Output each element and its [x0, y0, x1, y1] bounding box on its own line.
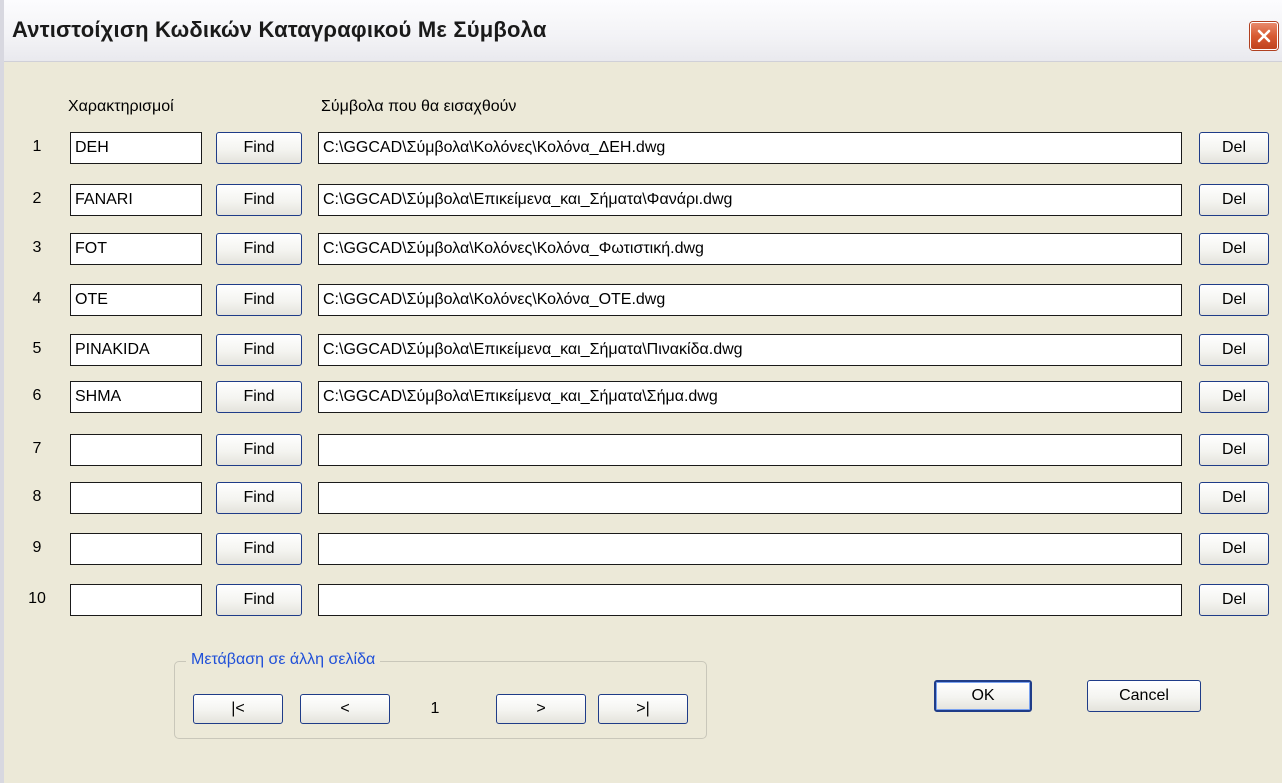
code-field[interactable]: PINAKIDA — [70, 334, 202, 366]
code-field[interactable]: FANARI — [70, 184, 202, 216]
row-number: 7 — [32, 440, 42, 457]
first-page-button[interactable]: |< — [193, 694, 283, 724]
symbol-path-field[interactable] — [318, 533, 1182, 565]
current-page-number: 1 — [430, 700, 440, 717]
del-button[interactable]: Del — [1199, 284, 1269, 316]
row-number: 8 — [32, 488, 42, 505]
row-number: 9 — [32, 539, 42, 556]
symbol-path-field[interactable]: C:\GGCAD\Σύμβολα\Κολόνες\Κολόνα_Φωτιστικ… — [318, 233, 1182, 265]
dialog-window: Αντιστοίχιση Κωδικών Καταγραφικού Με Σύμ… — [0, 0, 1282, 783]
row-number: 3 — [32, 239, 42, 256]
ok-button[interactable]: OK — [934, 680, 1032, 712]
del-button[interactable]: Del — [1199, 434, 1269, 466]
del-button[interactable]: Del — [1199, 381, 1269, 413]
code-field[interactable] — [70, 584, 202, 616]
symbol-path-field[interactable] — [318, 434, 1182, 466]
symbol-path-field[interactable]: C:\GGCAD\Σύμβολα\Επικείμενα_και_Σήματα\Φ… — [318, 184, 1182, 216]
symbols-header: Σύμβολα που θα εισαχθούν — [321, 98, 517, 115]
code-field[interactable]: OTE — [70, 284, 202, 316]
del-button[interactable]: Del — [1199, 233, 1269, 265]
row-number: 4 — [32, 290, 42, 307]
find-button[interactable]: Find — [216, 284, 302, 316]
last-page-button[interactable]: >| — [598, 694, 688, 724]
symbol-path-field[interactable]: C:\GGCAD\Σύμβολα\Επικείμενα_και_Σήματα\Π… — [318, 334, 1182, 366]
dialog-title: Αντιστοίχιση Κωδικών Καταγραφικού Με Σύμ… — [12, 17, 547, 42]
row-number: 6 — [32, 387, 42, 404]
del-button[interactable]: Del — [1199, 533, 1269, 565]
del-button[interactable]: Del — [1199, 334, 1269, 366]
symbol-path-field[interactable] — [318, 482, 1182, 514]
symbol-path-field[interactable]: C:\GGCAD\Σύμβολα\Κολόνες\Κολόνα_ΔΕΗ.dwg — [318, 132, 1182, 164]
find-button[interactable]: Find — [216, 184, 302, 216]
del-button[interactable]: Del — [1199, 482, 1269, 514]
row-number: 2 — [32, 190, 42, 207]
find-button[interactable]: Find — [216, 482, 302, 514]
row-number: 1 — [32, 138, 42, 155]
code-field[interactable]: SHMA — [70, 381, 202, 413]
find-button[interactable]: Find — [216, 434, 302, 466]
pagination-group-title: Μετάβαση σε άλλη σελίδα — [186, 649, 381, 671]
find-button[interactable]: Find — [216, 334, 302, 366]
codes-header: Χαρακτηρισμοί — [68, 98, 174, 115]
symbol-path-field[interactable] — [318, 584, 1182, 616]
row-number: 5 — [32, 340, 42, 357]
symbol-path-field[interactable]: C:\GGCAD\Σύμβολα\Επικείμενα_και_Σήματα\Σ… — [318, 381, 1182, 413]
find-button[interactable]: Find — [216, 233, 302, 265]
del-button[interactable]: Del — [1199, 584, 1269, 616]
code-field[interactable]: FOT — [70, 233, 202, 265]
row-number: 10 — [28, 590, 46, 607]
code-field[interactable] — [70, 533, 202, 565]
cancel-button[interactable]: Cancel — [1087, 680, 1201, 712]
title-bar-edge — [0, 0, 4, 62]
window-frame-left — [0, 62, 4, 783]
find-button[interactable]: Find — [216, 584, 302, 616]
close-button[interactable] — [1250, 22, 1278, 50]
code-field[interactable] — [70, 434, 202, 466]
title-bar[interactable]: Αντιστοίχιση Κωδικών Καταγραφικού Με Σύμ… — [0, 0, 1282, 62]
find-button[interactable]: Find — [216, 533, 302, 565]
next-page-button[interactable]: > — [496, 694, 586, 724]
close-icon — [1257, 29, 1271, 43]
code-field[interactable]: DEH — [70, 132, 202, 164]
symbol-path-field[interactable]: C:\GGCAD\Σύμβολα\Κολόνες\Κολόνα_ΟΤΕ.dwg — [318, 284, 1182, 316]
del-button[interactable]: Del — [1199, 132, 1269, 164]
find-button[interactable]: Find — [216, 132, 302, 164]
prev-page-button[interactable]: < — [300, 694, 390, 724]
del-button[interactable]: Del — [1199, 184, 1269, 216]
code-field[interactable] — [70, 482, 202, 514]
find-button[interactable]: Find — [216, 381, 302, 413]
